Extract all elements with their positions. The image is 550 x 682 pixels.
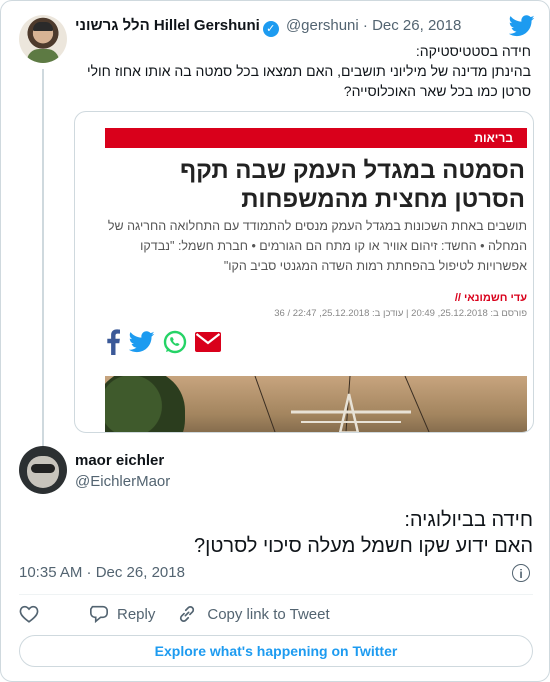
quoted-tweet-date[interactable]: Dec 26, 2018: [372, 17, 461, 34]
share-buttons: [105, 328, 221, 356]
category-label: בריאות: [474, 131, 513, 145]
article-headline: הסמטה במגדל העמק שבה תקף הסרטן מחצית מהמ…: [179, 157, 525, 213]
reply-label: Reply: [117, 605, 156, 623]
link-preview-card[interactable]: בריאות הסמטה במגדל העמק שבה תקף הסרטן מח…: [74, 111, 534, 433]
reply-icon: [90, 605, 108, 623]
quoted-author-name[interactable]: הלל גרשוני Hillel Gershuni: [75, 17, 260, 34]
author-handle[interactable]: @EichlerMaor: [75, 473, 170, 490]
whatsapp-icon: [163, 330, 187, 354]
heart-icon: [19, 605, 39, 623]
copy-link-label: Copy link to Tweet: [207, 605, 330, 623]
author-name[interactable]: maor eichler: [75, 452, 164, 469]
link-icon: [180, 606, 195, 622]
twitter-share-icon: [129, 331, 155, 353]
quoted-author-handle[interactable]: @gershuni: [286, 17, 359, 34]
tweet-timestamp[interactable]: 10:35 AM · Dec 26, 2018: [19, 564, 185, 581]
info-icon[interactable]: i: [512, 564, 530, 582]
article-published-info: פורסם ב: 25.12.2018, 20:49 | עודכן ב: 25…: [274, 308, 527, 319]
separator-dot: ·: [362, 17, 368, 34]
article-summary: תושבים באחת השכונות במגדל העמק מנסים להת…: [107, 219, 527, 273]
author-avatar[interactable]: [19, 446, 67, 494]
tweet-text: חידה בביולוגיה: האם ידוע שקו חשמל מעלה ס…: [194, 509, 533, 557]
quoted-tweet-header: הלל גרשוני Hillel Gershuni ✓ @gershuni · …: [75, 17, 461, 37]
twitter-bird-icon[interactable]: [509, 15, 535, 37]
article-image: [105, 376, 527, 432]
facebook-icon: [107, 329, 120, 355]
thread-line: [42, 69, 44, 451]
quoted-tweet-text: חידה בסטטיסטיקה: בהינתן מדינה של מיליוני…: [86, 43, 531, 99]
verified-badge-icon: ✓: [262, 21, 279, 37]
category-bar: בריאות: [105, 128, 527, 148]
tweet-actions: Reply Copy link to Tweet: [19, 603, 330, 625]
copy-link-button[interactable]: Copy link to Tweet: [177, 604, 330, 624]
divider: [19, 594, 533, 595]
explore-twitter-button[interactable]: Explore what's happening on Twitter: [19, 635, 533, 667]
like-button[interactable]: [19, 605, 39, 623]
reply-button[interactable]: Reply: [89, 605, 155, 623]
tweet-embed: הלל גרשוני Hillel Gershuni ✓ @gershuni · …: [0, 0, 550, 682]
quoted-author-avatar[interactable]: [19, 15, 67, 63]
article-author: עדי חשמונאי //: [454, 292, 527, 304]
email-icon: [195, 332, 221, 352]
